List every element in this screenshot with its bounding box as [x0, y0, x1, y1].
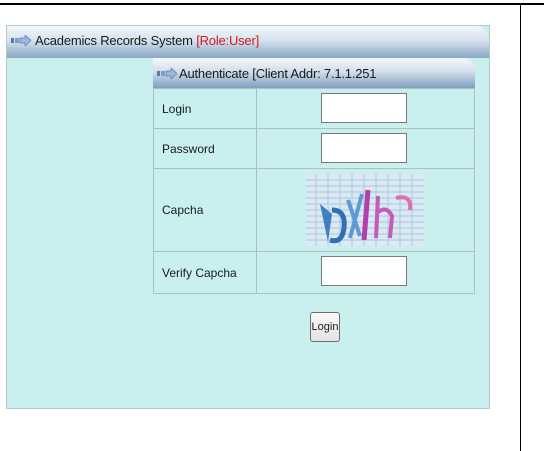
captcha-cell	[256, 168, 475, 252]
captcha-row: Capcha	[153, 168, 475, 252]
window-titlebar: Academics Records System [Role:User]	[7, 26, 489, 58]
arrow-icon	[157, 68, 177, 79]
button-row: Login	[153, 294, 475, 368]
authenticate-panel-header: Authenticate [Client Addr: 7.1.1.251	[153, 58, 475, 88]
login-cell	[256, 88, 475, 129]
role-tag: [Role:User]	[196, 33, 260, 48]
right-border-line	[520, 3, 521, 451]
verify-captcha-input[interactable]	[321, 256, 407, 286]
window-title: Academics Records System [Role:User]	[35, 33, 259, 48]
verify-captcha-row: Verify Capcha	[153, 251, 475, 294]
password-cell	[256, 128, 475, 169]
app-window: Academics Records System [Role:User] Aut…	[6, 25, 490, 409]
password-input[interactable]	[321, 133, 407, 163]
login-label: Login	[153, 88, 257, 129]
verify-captcha-cell	[256, 251, 475, 294]
login-input[interactable]	[321, 93, 407, 123]
authenticate-header-text: Authenticate [Client Addr: 7.1.1.251	[179, 66, 377, 81]
captcha-image	[306, 174, 424, 246]
arrow-icon	[11, 35, 31, 46]
password-row: Password	[153, 128, 475, 169]
auth-form-table: Login Password Capcha Verify Capcha	[153, 88, 475, 294]
authenticate-panel: Authenticate [Client Addr: 7.1.1.251 Log…	[153, 58, 475, 368]
app-title: Academics Records System	[35, 33, 193, 48]
login-button[interactable]: Login	[310, 312, 340, 342]
top-border-line	[0, 3, 544, 5]
password-label: Password	[153, 128, 257, 169]
captcha-label: Capcha	[153, 168, 257, 252]
verify-captcha-label: Verify Capcha	[153, 251, 257, 294]
login-row: Login	[153, 88, 475, 129]
